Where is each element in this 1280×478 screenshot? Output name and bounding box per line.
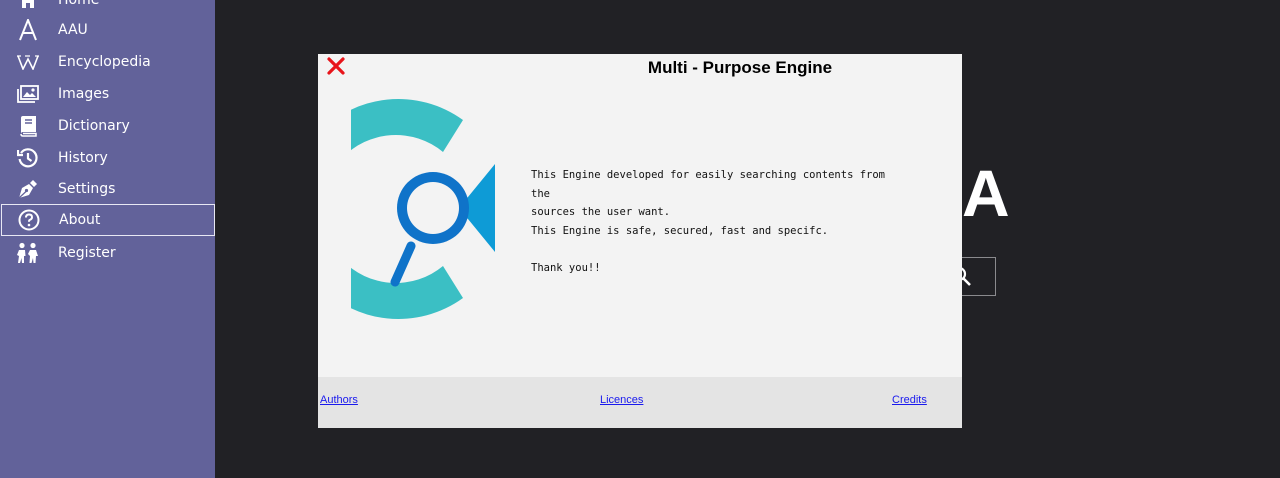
sidebar-item-settings[interactable]: Settings [0, 173, 215, 205]
body-line: This Engine developed for easily searchi… [531, 169, 886, 200]
sidebar-item-label: Encyclopedia [58, 54, 151, 70]
sidebar-item-encyclopedia[interactable]: Encyclopedia [0, 46, 215, 78]
sidebar-item-label: About [59, 212, 101, 228]
sidebar-item-label: Images [58, 86, 110, 102]
aau-logo-icon [15, 19, 41, 41]
pen-nib-icon [15, 178, 41, 200]
sidebar-item-label: History [58, 150, 108, 166]
sidebar-item-label: Dictionary [58, 118, 130, 134]
dialog-footer: Authors Licences Credits [318, 377, 962, 428]
sidebar-item-dictionary[interactable]: Dictionary [0, 110, 215, 142]
home-icon [15, 0, 41, 11]
authors-link[interactable]: Authors [320, 394, 358, 406]
licences-link[interactable]: Licences [600, 394, 643, 406]
wikipedia-icon [15, 51, 41, 73]
thanks-text: Thank you!! [531, 261, 601, 274]
sidebar-item-aau[interactable]: AAU [0, 14, 215, 46]
people-icon [15, 242, 41, 264]
sidebar-item-label: Home [58, 0, 100, 8]
sidebar-item-label: AAU [58, 22, 88, 38]
credits-link[interactable]: Credits [892, 394, 927, 406]
images-icon [15, 83, 41, 105]
body-line: This Engine is safe, secured, fast and s… [531, 224, 829, 237]
engine-logo [288, 98, 501, 324]
history-icon [15, 147, 41, 169]
question-icon [16, 209, 42, 231]
book-icon [15, 115, 41, 137]
dialog-body: This Engine developed for easily searchi… [531, 166, 891, 277]
sidebar-item-history[interactable]: History [0, 142, 215, 174]
sidebar-item-register[interactable]: Register [0, 237, 215, 269]
body-line: sources the user want. [531, 206, 671, 218]
sidebar-item-label: Register [58, 245, 116, 261]
sidebar-item-about[interactable]: About [1, 204, 215, 236]
about-dialog: Multi - Purpose Engine This Engine devel… [288, 54, 962, 428]
dialog-title: Multi - Purpose Engine [647, 58, 833, 77]
background-logo-letter: A [962, 156, 1010, 230]
sidebar: Home AAU Encyclopedia Images Dictionary … [0, 0, 215, 478]
sidebar-item-images[interactable]: Images [0, 78, 215, 110]
sidebar-item-label: Settings [58, 181, 116, 197]
